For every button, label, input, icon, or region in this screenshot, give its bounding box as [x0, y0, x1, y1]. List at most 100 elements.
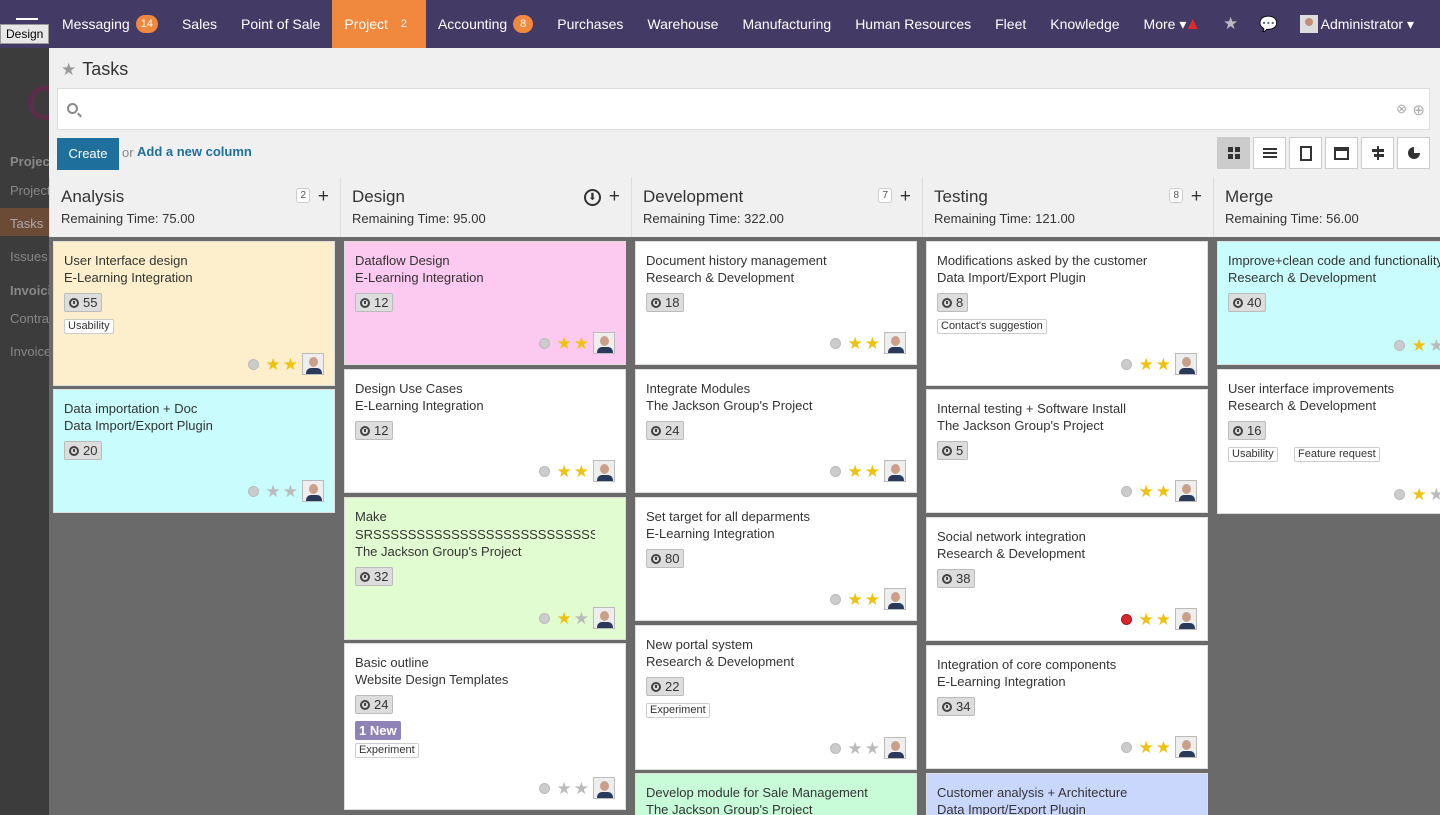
task-card[interactable]: User Interface design E-Learning Integrat… — [53, 241, 335, 386]
menu-item-accounting[interactable]: Accounting 8 — [426, 0, 545, 48]
kanban-state-icon[interactable] — [538, 337, 550, 349]
column-title[interactable]: Merge — [1225, 187, 1440, 207]
list-view-icon[interactable] — [1253, 137, 1286, 169]
priority-star-icon[interactable]: ★ — [848, 335, 863, 352]
kanban-state-icon[interactable] — [1120, 358, 1132, 370]
favorite-star-icon[interactable]: ★ — [61, 60, 76, 80]
task-card[interactable]: Document history management Research & De… — [635, 241, 917, 365]
gantt-view-icon[interactable] — [1361, 137, 1394, 169]
sidebar-item-invoices[interactable]: Invoices — [10, 344, 49, 359]
priority-star-icon[interactable]: ★ — [1156, 356, 1171, 373]
priority-star-icon[interactable]: ★ — [865, 591, 880, 608]
priority-star-icon[interactable]: ★ — [574, 780, 589, 797]
kanban-state-icon[interactable] — [1120, 741, 1132, 753]
kanban-state-icon[interactable] — [538, 612, 550, 624]
kanban-state-icon[interactable] — [1393, 340, 1405, 351]
priority-star-icon[interactable]: ★ — [1429, 337, 1440, 354]
kanban-state-icon[interactable] — [829, 465, 841, 477]
task-card[interactable]: Make SRSSSSSSSSSSSSSSSSSSSSSSSSSS The Jac… — [344, 497, 626, 640]
add-card-icon[interactable]: + — [900, 186, 911, 208]
menu-item-knowledge[interactable]: Knowledge — [1038, 0, 1131, 48]
priority-star-icon[interactable]: ★ — [266, 483, 281, 500]
priority-star-icon[interactable]: ★ — [557, 780, 572, 797]
kanban-state-icon[interactable] — [1393, 489, 1405, 500]
priority-star-icon[interactable]: ★ — [1139, 739, 1154, 756]
add-card-icon[interactable]: + — [1191, 186, 1202, 208]
chat-icon[interactable]: 💬 — [1250, 15, 1288, 33]
kanban-state-icon[interactable] — [1120, 613, 1132, 625]
kanban-state-icon[interactable] — [247, 485, 259, 497]
priority-star-icon[interactable]: ★ — [1412, 486, 1427, 503]
task-card[interactable]: User interface improvements Research & De… — [1217, 369, 1440, 514]
add-card-icon[interactable]: + — [609, 186, 620, 208]
menu-item-purchases[interactable]: Purchases — [545, 0, 635, 48]
menu-item-warehouse[interactable]: Warehouse — [635, 0, 730, 48]
task-card[interactable]: Internal testing + Software Install The J… — [926, 389, 1208, 513]
task-card[interactable]: Dataflow Design E-Learning Integration 12 ★… — [344, 241, 626, 365]
task-card[interactable]: Social network integration Research & Dev… — [926, 517, 1208, 641]
kanban-state-icon[interactable] — [538, 465, 550, 477]
priority-star-icon[interactable]: ★ — [283, 483, 298, 500]
task-card[interactable]: Modifications asked by the customer Data … — [926, 241, 1208, 386]
task-card[interactable]: New portal system Research & Development 2… — [635, 625, 917, 770]
priority-star-icon[interactable]: ★ — [865, 335, 880, 352]
priority-star-icon[interactable]: ★ — [557, 610, 572, 627]
priority-star-icon[interactable]: ★ — [1156, 739, 1171, 756]
kanban-state-icon[interactable] — [829, 593, 841, 605]
menu-item-point-of-sale[interactable]: Point of Sale — [229, 0, 332, 48]
warning-icon[interactable]: ▲ — [1174, 14, 1212, 34]
task-card[interactable]: Design Use Cases E-Learning Integration 12… — [344, 369, 626, 493]
kanban-state-icon[interactable] — [538, 782, 550, 794]
create-button[interactable]: Create — [57, 138, 119, 170]
kanban-state-icon[interactable] — [1120, 485, 1132, 497]
priority-star-icon[interactable]: ★ — [1139, 483, 1154, 500]
task-card[interactable]: Improve+clean code and functionality Rese… — [1217, 241, 1440, 365]
priority-star-icon[interactable]: ★ — [1139, 356, 1154, 373]
sidebar-item-projects[interactable]: Projects — [10, 183, 49, 198]
task-card[interactable]: Develop module for Sale Management The Ja… — [635, 773, 917, 815]
menu-item-project[interactable]: Project 2 — [332, 0, 426, 48]
sidebar-item-tasks[interactable]: Tasks — [0, 208, 49, 236]
priority-star-icon[interactable]: ★ — [848, 740, 863, 757]
clear-search-icon[interactable]: ⊗ — [1396, 101, 1407, 117]
task-card[interactable]: Customer analysis + Architecture Data Imp… — [926, 773, 1208, 815]
menu-item-messaging[interactable]: Messaging 14 — [50, 0, 170, 48]
sidebar-item-contracts[interactable]: Contracts — [10, 311, 49, 326]
priority-star-icon[interactable]: ★ — [865, 740, 880, 757]
star-icon[interactable]: ★ — [1212, 14, 1250, 34]
menu-item-manufacturing[interactable]: Manufacturing — [730, 0, 843, 48]
kanban-view-icon[interactable] — [1217, 137, 1250, 169]
priority-star-icon[interactable]: ★ — [1156, 483, 1171, 500]
kanban-state-icon[interactable] — [829, 337, 841, 349]
task-card[interactable]: Integration of core components E-Learning… — [926, 645, 1208, 769]
priority-star-icon[interactable]: ★ — [266, 356, 281, 373]
priority-star-icon[interactable]: ★ — [865, 463, 880, 480]
kanban-state-icon[interactable] — [829, 742, 841, 754]
priority-star-icon[interactable]: ★ — [574, 610, 589, 627]
task-card[interactable]: Set target for all deparments E-Learning … — [635, 497, 917, 621]
kanban-state-icon[interactable] — [247, 358, 259, 370]
zoom-icon[interactable]: ⊕ — [1412, 101, 1425, 119]
priority-star-icon[interactable]: ★ — [283, 356, 298, 373]
priority-star-icon[interactable]: ★ — [1139, 611, 1154, 628]
priority-star-icon[interactable]: ★ — [574, 335, 589, 352]
priority-star-icon[interactable]: ★ — [1156, 611, 1171, 628]
graph-view-icon[interactable] — [1397, 137, 1430, 169]
priority-star-icon[interactable]: ★ — [1429, 486, 1440, 503]
priority-star-icon[interactable]: ★ — [574, 463, 589, 480]
calendar-view-icon[interactable] — [1325, 137, 1358, 169]
add-column-link[interactable]: Add a new column — [137, 144, 252, 159]
search-input[interactable]: ⊗ ⊕ — [57, 88, 1430, 130]
new-messages-badge[interactable]: 1 New — [355, 721, 401, 740]
menu-item-sales[interactable]: Sales — [170, 0, 229, 48]
task-card[interactable]: Data importation + Doc Data Import/Export… — [53, 389, 335, 513]
priority-star-icon[interactable]: ★ — [848, 463, 863, 480]
sidebar-item-issues[interactable]: Issues — [10, 249, 48, 264]
add-card-icon[interactable]: + — [318, 186, 329, 208]
priority-star-icon[interactable]: ★ — [557, 463, 572, 480]
column-fold-icon[interactable]: ⬇ — [584, 189, 601, 206]
menu-item-human-resources[interactable]: Human Resources — [843, 0, 983, 48]
priority-star-icon[interactable]: ★ — [848, 591, 863, 608]
menu-item-fleet[interactable]: Fleet — [983, 0, 1038, 48]
form-view-icon[interactable] — [1289, 137, 1322, 169]
